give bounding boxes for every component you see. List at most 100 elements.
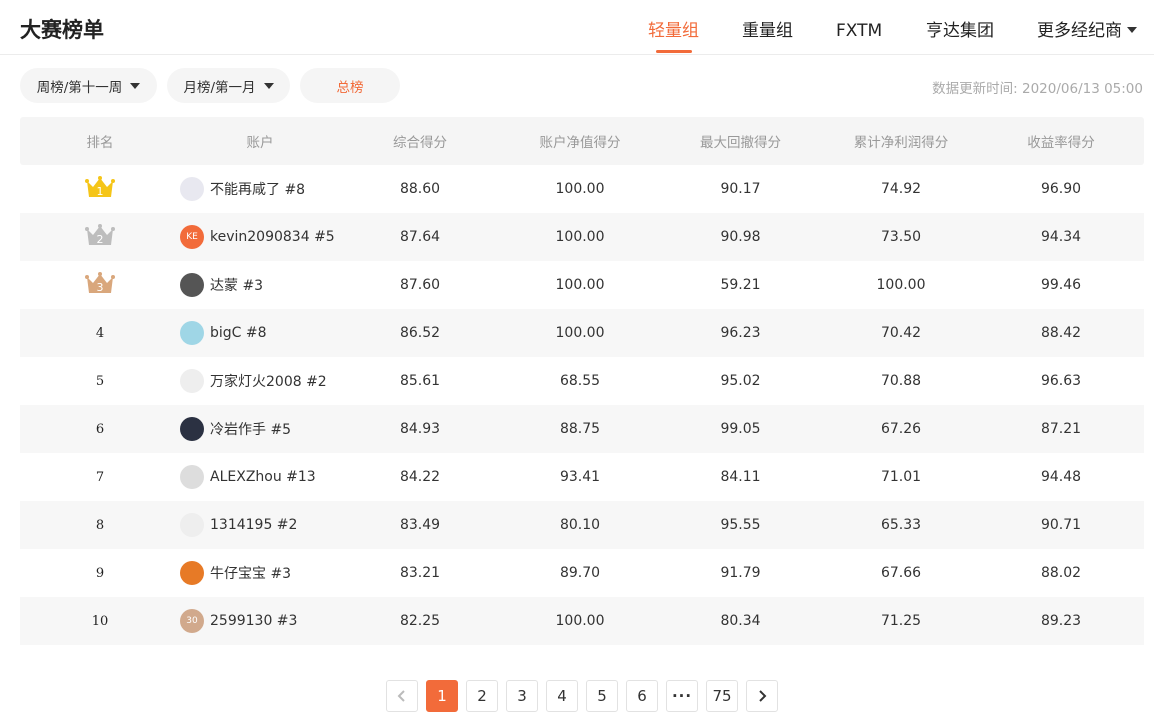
account-cell[interactable]: ALEXZhou #13	[180, 465, 340, 489]
header-rank: 排名	[86, 135, 114, 151]
rank-number: 1	[97, 185, 104, 198]
avatar: 30	[180, 609, 204, 633]
page-button-6[interactable]: 6	[626, 680, 658, 712]
header-score: 综合得分	[393, 135, 447, 151]
page-button-1[interactable]: 1	[426, 680, 458, 712]
net-value-cell: 88.75	[559, 421, 601, 437]
page-button-last[interactable]: 75	[706, 680, 738, 712]
header: 大赛榜单 轻量组 重量组 FXTM 亨达集团 更多经纪商	[0, 0, 1154, 55]
profit-cell: 65.33	[880, 517, 922, 533]
drawdown-cell: 91.79	[720, 565, 761, 581]
page-button-3[interactable]: 3	[506, 680, 538, 712]
rank-cell: 7	[20, 469, 180, 485]
profit-cell: 70.42	[880, 325, 922, 341]
account-cell[interactable]: 牛仔宝宝 #3	[180, 561, 340, 585]
table-header: 排名 账户 综合得分 账户净值得分 最大回撤得分 累计净利润得分 收益率得分	[20, 117, 1144, 165]
table-row: 1 不能再咸了 #8 88.60 100.00 90.17 74.92 96.90	[20, 165, 1144, 213]
table-row: 9 牛仔宝宝 #3 83.21 89.70 91.79 67.66 88.02	[20, 549, 1144, 597]
net-value-cell: 100.00	[555, 229, 605, 245]
drawdown-cell: 96.23	[720, 325, 761, 341]
account-name: kevin2090834 #5	[210, 229, 335, 245]
drawdown-cell: 90.17	[720, 181, 761, 197]
profit-cell: 67.66	[880, 565, 922, 581]
tab-hengda[interactable]: 亨达集团	[926, 0, 994, 55]
page-ellipsis-button[interactable]: ···	[666, 680, 698, 712]
net-value-cell: 100.00	[555, 181, 605, 197]
avatar	[180, 177, 204, 201]
avatar	[180, 273, 204, 297]
score-cell: 84.93	[399, 421, 441, 437]
net-value-cell: 100.00	[555, 613, 605, 629]
score-cell: 87.60	[399, 277, 441, 293]
table-row: 7 ALEXZhou #13 84.22 93.41 84.11 71.01 94.48	[20, 453, 1144, 501]
header-profit: 累计净利润得分	[853, 135, 949, 151]
tab-heavy-group[interactable]: 重量组	[742, 0, 793, 55]
profit-cell: 71.25	[880, 613, 922, 629]
account-name: ALEXZhou #13	[210, 469, 316, 485]
account-cell[interactable]: 达蒙 #3	[180, 273, 340, 297]
avatar	[180, 513, 204, 537]
yield-cell: 89.23	[1040, 613, 1082, 629]
weekly-rank-dropdown[interactable]: 周榜/第十一周	[20, 68, 157, 103]
net-value-cell: 68.55	[559, 373, 601, 389]
score-cell: 84.22	[399, 469, 441, 485]
score-cell: 82.25	[399, 613, 441, 629]
drawdown-cell: 59.21	[720, 277, 761, 293]
next-page-button[interactable]	[746, 680, 778, 712]
table-row: 2 KE kevin2090834 #5 87.64 100.00 90.98 73.50 9…	[20, 213, 1144, 261]
table-row: 6 冷岩作手 #5 84.93 88.75 99.05 67.26 87.21	[20, 405, 1144, 453]
total-rank-button[interactable]: 总榜	[300, 68, 400, 103]
page-button-4[interactable]: 4	[546, 680, 578, 712]
yield-cell: 88.42	[1040, 325, 1082, 341]
rank-cell: 4	[20, 325, 180, 341]
yield-cell: 99.46	[1040, 277, 1082, 293]
pagination: 1 2 3 4 5 6 ··· 75	[386, 680, 778, 712]
rank-cell: 10	[20, 613, 180, 629]
score-cell: 85.61	[399, 373, 441, 389]
header-account: 账户	[246, 135, 274, 151]
drawdown-cell: 84.11	[720, 469, 761, 485]
rank-cell: 2	[20, 223, 180, 251]
avatar	[180, 417, 204, 441]
drawdown-cell: 95.55	[720, 517, 761, 533]
rank-cell: 6	[20, 421, 180, 437]
account-name: 冷岩作手 #5	[210, 422, 292, 438]
page-button-2[interactable]: 2	[466, 680, 498, 712]
profit-cell: 67.26	[880, 421, 922, 437]
drawdown-cell: 95.02	[720, 373, 761, 389]
table-row: 10 30 2599130 #3 82.25 100.00 80.34 71.25 89.23	[20, 597, 1144, 645]
account-cell[interactable]: KE kevin2090834 #5	[180, 225, 340, 249]
caret-down-icon	[263, 82, 274, 89]
yield-cell: 87.21	[1040, 421, 1082, 437]
page-button-5[interactable]: 5	[586, 680, 618, 712]
avatar: KE	[180, 225, 204, 249]
account-name: 2599130 #3	[210, 613, 298, 629]
chevron-right-icon	[759, 690, 767, 702]
rank-number: 3	[97, 281, 104, 294]
tab-light-group[interactable]: 轻量组	[648, 0, 699, 55]
crown-icon: 3	[85, 272, 115, 294]
yield-cell: 94.48	[1040, 469, 1082, 485]
rank-number: 8	[95, 518, 105, 533]
yield-cell: 88.02	[1040, 565, 1082, 581]
yield-cell: 96.63	[1040, 373, 1082, 389]
table-row: 3 达蒙 #3 87.60 100.00 59.21 100.00 99.46	[20, 261, 1144, 309]
tab-more-brokers[interactable]: 更多经纪商	[1037, 0, 1137, 55]
account-cell[interactable]: 30 2599130 #3	[180, 609, 340, 633]
account-cell[interactable]: 万家灯火2008 #2	[180, 369, 340, 393]
account-cell[interactable]: 1314195 #2	[180, 513, 340, 537]
header-yield: 收益率得分	[1027, 135, 1095, 151]
rank-cell: 8	[20, 517, 180, 533]
tab-fxtm[interactable]: FXTM	[836, 0, 882, 55]
score-cell: 83.21	[399, 565, 441, 581]
account-cell[interactable]: bigC #8	[180, 321, 340, 345]
account-cell[interactable]: 冷岩作手 #5	[180, 417, 340, 441]
account-cell[interactable]: 不能再咸了 #8	[180, 177, 340, 201]
account-name: 牛仔宝宝 #3	[210, 566, 292, 582]
rank-cell: 1	[20, 175, 180, 203]
rank-cell: 3	[20, 271, 180, 299]
drawdown-cell: 90.98	[720, 229, 761, 245]
monthly-rank-dropdown[interactable]: 月榜/第一月	[167, 68, 290, 103]
prev-page-button[interactable]	[386, 680, 418, 712]
table-body: 1 不能再咸了 #8 88.60 100.00 90.17 74.92 96.90 2 KE ke…	[20, 165, 1144, 645]
